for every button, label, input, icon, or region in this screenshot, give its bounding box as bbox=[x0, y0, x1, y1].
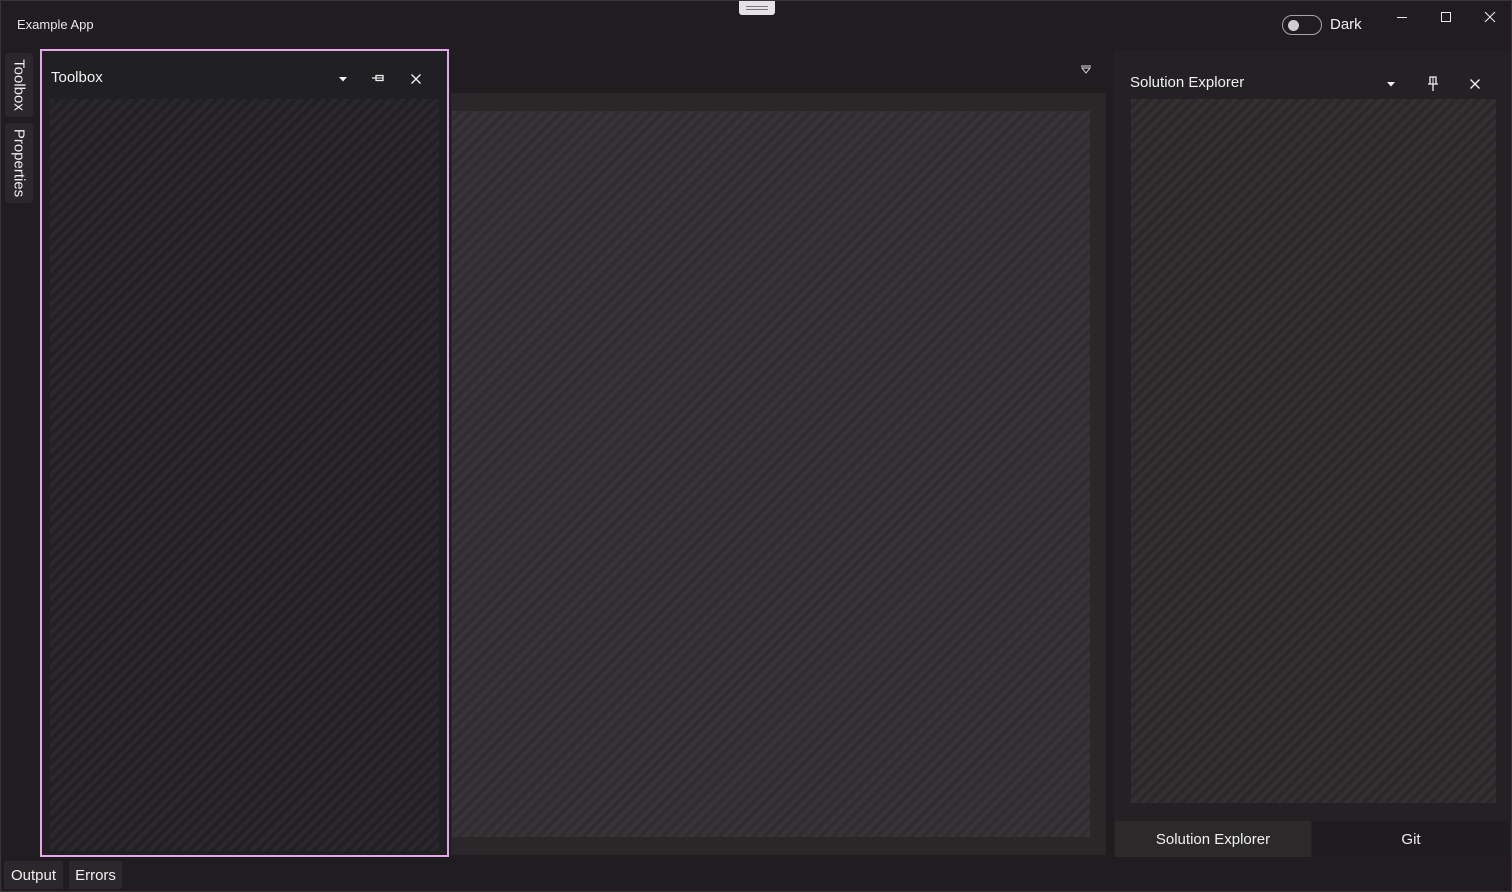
toggle-knob bbox=[1288, 20, 1299, 31]
maximize-icon bbox=[1441, 12, 1451, 22]
maximize-button[interactable] bbox=[1424, 1, 1468, 33]
bottom-tab-errors[interactable]: Errors bbox=[69, 861, 122, 889]
toolbox-pin-button[interactable] bbox=[369, 68, 389, 88]
app-window: Example App Dark Toolbox Properties Tool… bbox=[0, 0, 1512, 892]
close-icon bbox=[1470, 79, 1480, 89]
solution-explorer-pin-button[interactable] bbox=[1423, 74, 1443, 94]
solution-explorer-close-button[interactable] bbox=[1465, 74, 1485, 94]
solution-explorer-menu-button[interactable] bbox=[1381, 74, 1401, 94]
dropdown-icon bbox=[339, 77, 347, 82]
toolbox-close-button[interactable] bbox=[406, 69, 426, 89]
minimize-icon bbox=[1397, 17, 1407, 18]
drag-handle-icon[interactable] bbox=[739, 1, 775, 15]
toolbox-pane: Toolbox bbox=[40, 49, 449, 857]
side-tab-strip: Toolbox Properties bbox=[3, 51, 35, 206]
side-tab-label: Toolbox bbox=[10, 59, 28, 111]
document-content bbox=[452, 111, 1090, 837]
bottom-tab-output[interactable]: Output bbox=[4, 861, 63, 889]
solution-explorer-pane: Solution Explorer Solution Explorer Git bbox=[1114, 51, 1511, 857]
solution-explorer-title: Solution Explorer bbox=[1130, 74, 1245, 91]
close-window-button[interactable] bbox=[1468, 1, 1512, 33]
toolbox-content bbox=[50, 99, 439, 851]
document-list-button[interactable] bbox=[1077, 61, 1095, 79]
pin-icon bbox=[372, 74, 384, 82]
theme-toggle-label: Dark bbox=[1330, 16, 1362, 33]
toolbox-menu-button[interactable] bbox=[333, 69, 353, 89]
tab-solution-explorer[interactable]: Solution Explorer bbox=[1115, 821, 1311, 857]
dropdown-icon bbox=[1387, 82, 1395, 87]
minimize-button[interactable] bbox=[1380, 1, 1424, 33]
close-icon bbox=[1484, 11, 1496, 23]
tab-git[interactable]: Git bbox=[1312, 821, 1510, 857]
side-tab-properties[interactable]: Properties bbox=[5, 123, 33, 203]
close-icon bbox=[411, 74, 421, 84]
theme-toggle[interactable] bbox=[1282, 15, 1322, 35]
filter-dropdown-icon bbox=[1080, 65, 1092, 74]
app-title: Example App bbox=[17, 17, 94, 32]
side-tab-toolbox[interactable]: Toolbox bbox=[5, 53, 33, 117]
document-area bbox=[451, 93, 1106, 855]
toolbox-title: Toolbox bbox=[51, 69, 103, 86]
pin-icon bbox=[1428, 76, 1438, 91]
side-tab-label: Properties bbox=[10, 128, 28, 198]
solution-explorer-content bbox=[1131, 99, 1496, 803]
title-bar[interactable]: Example App Dark bbox=[1, 1, 1512, 47]
